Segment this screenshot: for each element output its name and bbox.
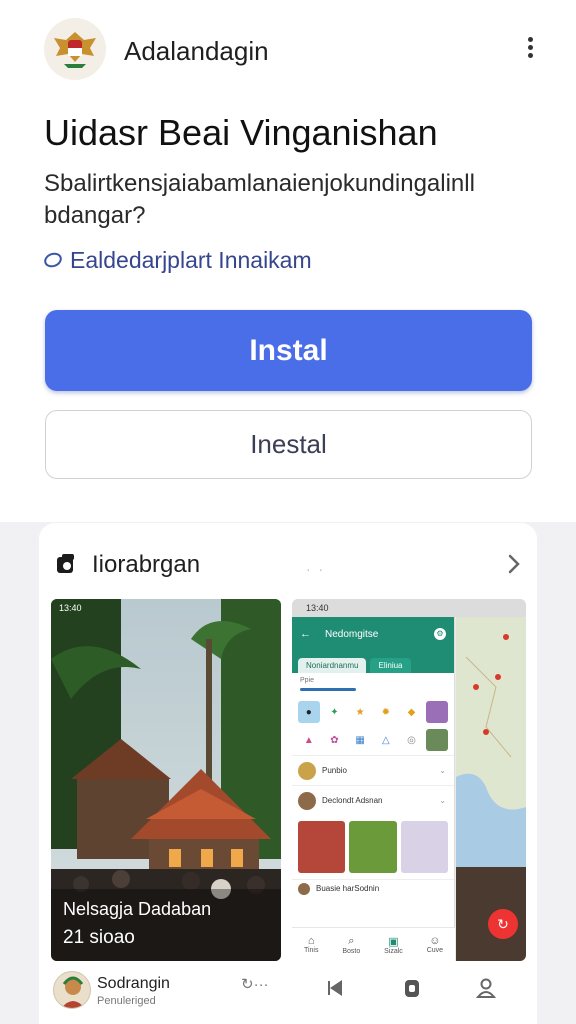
grid-icon-circle[interactable]: ◎	[401, 729, 423, 751]
app-name: Adalandagin	[124, 36, 269, 66]
back-triangle-icon[interactable]	[326, 977, 346, 999]
thumbnail[interactable]	[400, 821, 448, 873]
list-item-thumb	[298, 791, 316, 810]
grid-icon-photo[interactable]	[426, 701, 448, 723]
list-item[interactable]: Punbio ⌄	[292, 755, 454, 785]
home-icon[interactable]	[401, 977, 423, 999]
search-icon: ⌕	[348, 934, 355, 947]
thumbnail[interactable]	[349, 821, 397, 873]
page-subtitle: Sbalirtkensjaiabamlanaienjokundingalinll…	[44, 170, 475, 229]
preview-card: Iiorabrgan · · 13:40 Nelsagja Dadaban 21…	[39, 523, 537, 1024]
panel-title: Nedomgitse	[325, 628, 379, 640]
panel-tab-2[interactable]: Eliniua	[370, 658, 411, 673]
icon-grid: ● ✦ ★ ✹ ◆ ▲ ✿ ▦ △ ◎	[292, 691, 454, 755]
status-time: 13:40	[59, 603, 82, 613]
screenshot-app[interactable]: 13:40 ← Nedomgitse ⚙ Noniardnanmu Eliniu…	[292, 599, 526, 961]
grid-icon-heart[interactable]: ▲	[298, 729, 320, 751]
avatar[interactable]	[53, 971, 91, 1009]
user-icon: ☺	[429, 935, 441, 947]
home-icon: ⌂	[307, 935, 315, 947]
list-item[interactable]: Buasie harSodnin	[292, 879, 454, 897]
app-logo	[44, 18, 106, 80]
info-link[interactable]: Ealdedarjplart Innaikam	[42, 246, 312, 274]
nav-home[interactable]: ⌂ Tinis	[304, 935, 319, 954]
list-item-label: Declondt Adsnan	[322, 796, 383, 805]
more-options-icon[interactable]	[520, 34, 540, 64]
grid-icon-diamond[interactable]: ◆	[401, 701, 423, 723]
back-arrow-icon[interactable]: ←	[300, 628, 311, 640]
grid-icon-avatar[interactable]: ●	[298, 701, 320, 723]
thumbnail-strip	[292, 815, 454, 879]
grid-icon-scene[interactable]	[426, 729, 448, 751]
app-panel: ← Nedomgitse ⚙ Noniardnanmu Eliniua Ppie…	[292, 617, 455, 961]
panel-tabs: Noniardnanmu Eliniua	[292, 651, 454, 673]
settings-icon[interactable]: ⚙	[434, 628, 446, 640]
panel-subheader: Ppie	[300, 677, 315, 684]
footer-title: Sodrangin	[97, 975, 170, 992]
nav-search[interactable]: ⌕ Bosto	[342, 935, 360, 955]
nav-add[interactable]: ▣ Sizalc	[384, 935, 403, 955]
list-item-label: Punbio	[322, 766, 347, 775]
panel-header: ← Nedomgitse ⚙	[292, 617, 454, 651]
map-view[interactable]	[456, 617, 526, 867]
grid-icon-chart[interactable]: ▦	[349, 729, 371, 751]
list-item-label: Buasie harSodnin	[316, 884, 380, 893]
pager-dots: · ·	[306, 561, 326, 577]
card-footer: Sodrangin Penuleriged ↻···	[39, 963, 537, 1024]
grid-icon-flower[interactable]: ✿	[324, 729, 346, 751]
grid-icon-triangle[interactable]: △	[375, 729, 397, 751]
gallery-icon	[57, 554, 74, 573]
list-item[interactable]: Declondt Adsnan ⌄	[292, 785, 454, 815]
card-title: Iiorabrgan	[92, 551, 201, 578]
phone-status-bar: 13:40	[292, 599, 526, 617]
list-item-thumb	[298, 761, 316, 780]
panel-tab-1[interactable]: Noniardnanmu	[298, 658, 367, 673]
refresh-fab[interactable]: ↻	[488, 909, 518, 939]
link-icon	[42, 250, 64, 270]
chevron-down-icon: ⌄	[439, 796, 446, 805]
page-title: Uidasr Beai Vinganishan	[44, 112, 438, 153]
bottom-nav: ⌂ Tinis ⌕ Bosto ▣ Sizalc ☺ Cuve	[292, 927, 455, 961]
secondary-install-button[interactable]: Inestal	[45, 410, 532, 479]
chevron-right-icon[interactable]	[503, 551, 525, 577]
sync-icon[interactable]: ↻···	[241, 975, 269, 993]
screenshot-caption-sub: 21 sioao	[63, 927, 135, 948]
install-button[interactable]: Instal	[45, 310, 532, 391]
screenshot-caption-title: Nelsagja Dadaban	[63, 899, 212, 919]
chevron-down-icon: ⌄	[439, 766, 446, 775]
thumbnail[interactable]	[298, 821, 346, 873]
list-item-thumb	[298, 882, 310, 895]
screenshot-village[interactable]: 13:40 Nelsagja Dadaban 21 sioao	[51, 599, 281, 961]
add-icon: ▣	[388, 935, 399, 948]
user-icon[interactable]	[475, 977, 497, 999]
info-link-label: Ealdedarjplart Innaikam	[70, 246, 312, 273]
app-header-section: Adalandagin Uidasr Beai Vinganishan Sbal…	[0, 0, 576, 522]
grid-icon-sun[interactable]: ✹	[375, 701, 397, 723]
nav-profile[interactable]: ☺ Cuve	[427, 935, 443, 954]
footer-subtitle: Penuleriged	[97, 995, 156, 1007]
grid-icon-star[interactable]: ★	[349, 701, 371, 723]
grid-icon-leaf[interactable]: ✦	[324, 701, 346, 723]
